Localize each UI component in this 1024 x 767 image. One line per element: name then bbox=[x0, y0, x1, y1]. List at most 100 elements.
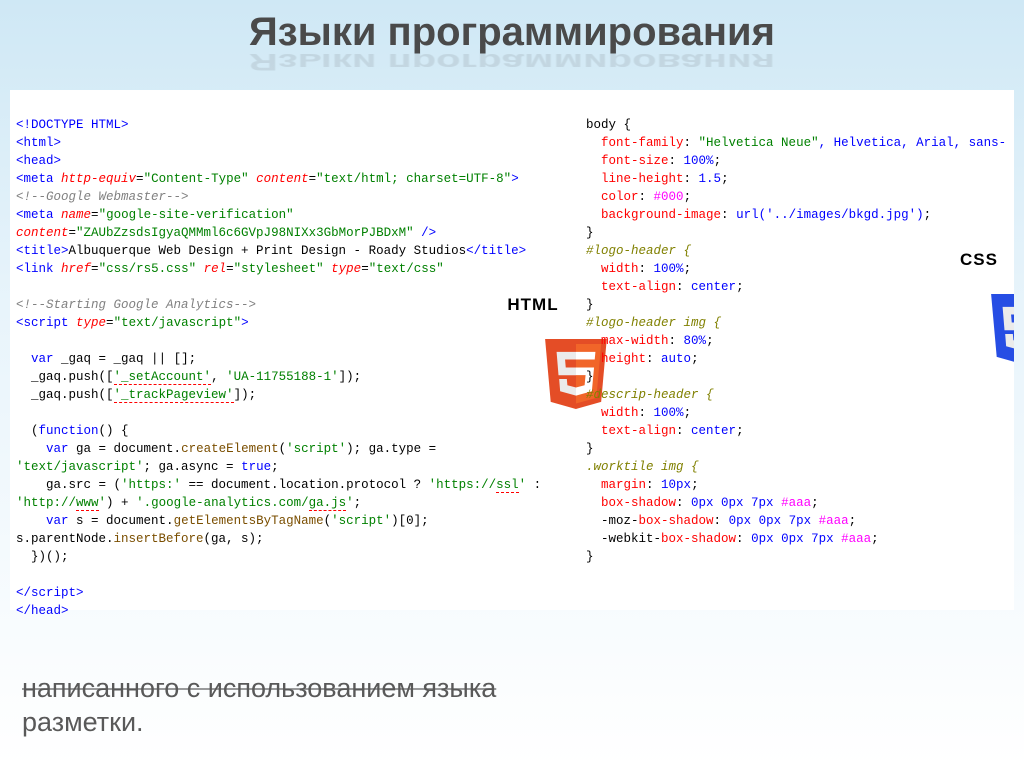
code-token: var bbox=[16, 514, 69, 528]
code-token: ' bbox=[346, 496, 354, 510]
code-token: '.google-analytics.com/ bbox=[136, 496, 309, 510]
code-token: 80% bbox=[684, 334, 707, 348]
html5-logo: HTML bbox=[496, 260, 570, 438]
code-token: ( bbox=[16, 424, 39, 438]
code-line: .worktile img { bbox=[586, 460, 699, 474]
code-line: } bbox=[586, 442, 594, 456]
html-code-panel: <!DOCTYPE HTML> <html> <head> <meta http… bbox=[10, 90, 570, 610]
code-token: 0px 0px 7px bbox=[729, 514, 819, 528]
code-token: "Content-Type" bbox=[144, 172, 249, 186]
code-token: ga = document. bbox=[76, 442, 181, 456]
code-token: , bbox=[211, 370, 226, 384]
code-token: <meta bbox=[16, 172, 54, 186]
code-token: 100% bbox=[654, 262, 684, 276]
code-line: <!DOCTYPE HTML> bbox=[16, 118, 129, 132]
css-code-panel: body { font-family: "Helvetica Neue", He… bbox=[580, 90, 1014, 610]
code-token: #000 bbox=[654, 190, 684, 204]
content-box: <!DOCTYPE HTML> <html> <head> <meta http… bbox=[10, 90, 1014, 610]
page-title: Языки программирования bbox=[0, 0, 1024, 55]
code-token: ' bbox=[519, 478, 527, 492]
html5-logo-label: HTML bbox=[496, 296, 570, 314]
code-token: <title> bbox=[16, 244, 69, 258]
code-token: '_trackPageview' bbox=[114, 388, 234, 403]
code-token: auto bbox=[661, 352, 691, 366]
code-token: color bbox=[601, 190, 639, 204]
code-token: </script> bbox=[16, 586, 84, 600]
page-title-reflection: Языки программирования bbox=[0, 48, 1024, 75]
code-token: _gaq = _gaq || []; bbox=[61, 352, 196, 366]
code-token: background-image bbox=[601, 208, 721, 222]
code-line: <html> bbox=[16, 136, 61, 150]
code-token: <script bbox=[16, 316, 69, 330]
css3-shield-icon bbox=[987, 289, 1014, 369]
code-token: 100% bbox=[654, 406, 684, 420]
code-line: <head> bbox=[16, 154, 61, 168]
code-token: ( bbox=[279, 442, 287, 456]
code-token: 0px 0px 7px bbox=[691, 496, 781, 510]
code-token: ) + bbox=[106, 496, 136, 510]
code-token: href bbox=[61, 262, 91, 276]
code-token: ( bbox=[324, 514, 332, 528]
code-token: "text/css" bbox=[369, 262, 444, 276]
code-line: } bbox=[586, 370, 594, 384]
code-token: -webkit- bbox=[601, 532, 661, 546]
code-token: #aaa bbox=[781, 496, 811, 510]
code-token: _gaq.push([ bbox=[16, 370, 114, 384]
code-token: box-shadow bbox=[601, 496, 676, 510]
code-token: name bbox=[61, 208, 91, 222]
code-token: <meta bbox=[16, 208, 54, 222]
code-token: www bbox=[76, 496, 99, 511]
code-token: width bbox=[601, 262, 639, 276]
code-token: -moz- bbox=[601, 514, 639, 528]
code-line: #logo-header { bbox=[586, 244, 691, 258]
code-token: rel bbox=[204, 262, 227, 276]
code-token: http-equiv bbox=[61, 172, 136, 186]
code-line: } bbox=[586, 298, 594, 312]
code-token: font-family bbox=[601, 136, 684, 150]
code-token: createElement bbox=[181, 442, 279, 456]
code-token: 10px bbox=[661, 478, 691, 492]
code-token: #aaa bbox=[819, 514, 849, 528]
code-token: 100% bbox=[684, 154, 714, 168]
code-token: 'https:// bbox=[429, 478, 497, 492]
code-token: "ZAUbZzsdsIgyaQMMml6c6GVpJ98NIXx3GbMorPJ… bbox=[76, 226, 414, 240]
code-token: )[0]; bbox=[391, 514, 429, 528]
code-token: 'script' bbox=[331, 514, 391, 528]
code-token: text-align bbox=[601, 424, 676, 438]
code-token: ]); bbox=[339, 370, 362, 384]
code-token: _gaq.push([ bbox=[16, 388, 114, 402]
code-token: ga.src = ( bbox=[16, 478, 121, 492]
code-token: 'https:' bbox=[121, 478, 181, 492]
code-token: content bbox=[16, 226, 69, 240]
code-token: , Helvetica, Arial, sans- bbox=[819, 136, 1007, 150]
code-comment: <!--Google Webmaster--> bbox=[16, 190, 189, 204]
code-token: ' bbox=[99, 496, 107, 510]
code-token: width bbox=[601, 406, 639, 420]
code-token: ); ga.type = bbox=[346, 442, 436, 456]
code-token: '_setAccount' bbox=[114, 370, 212, 385]
code-token: ]); bbox=[234, 388, 257, 402]
code-token: "stylesheet" bbox=[234, 262, 324, 276]
code-token: 'script' bbox=[286, 442, 346, 456]
code-token: box-shadow bbox=[639, 514, 714, 528]
code-token: "text/javascript" bbox=[114, 316, 242, 330]
code-token: font-size bbox=[601, 154, 669, 168]
code-token: s = document. bbox=[76, 514, 174, 528]
code-token: true bbox=[241, 460, 271, 474]
code-token: "css/rs5.css" bbox=[99, 262, 197, 276]
code-token: ; bbox=[354, 496, 362, 510]
code-token: "google-site-verification" bbox=[99, 208, 294, 222]
code-token: == document.location.protocol ? bbox=[181, 478, 429, 492]
footer-text: написанного с использованием языка разме… bbox=[22, 671, 496, 739]
code-token: center bbox=[691, 280, 736, 294]
css3-logo: CSS bbox=[942, 215, 1014, 393]
code-token: ; bbox=[271, 460, 279, 474]
code-token: "Helvetica Neue" bbox=[699, 136, 819, 150]
footer-line1: написанного с использованием языка bbox=[22, 671, 496, 705]
code-token: </title> bbox=[466, 244, 526, 258]
code-line: } bbox=[586, 226, 594, 240]
code-line: body { bbox=[586, 118, 631, 132]
code-line: #descrip-header { bbox=[586, 388, 714, 402]
code-token: max-width bbox=[601, 334, 669, 348]
code-token: s.parentNode. bbox=[16, 532, 114, 546]
